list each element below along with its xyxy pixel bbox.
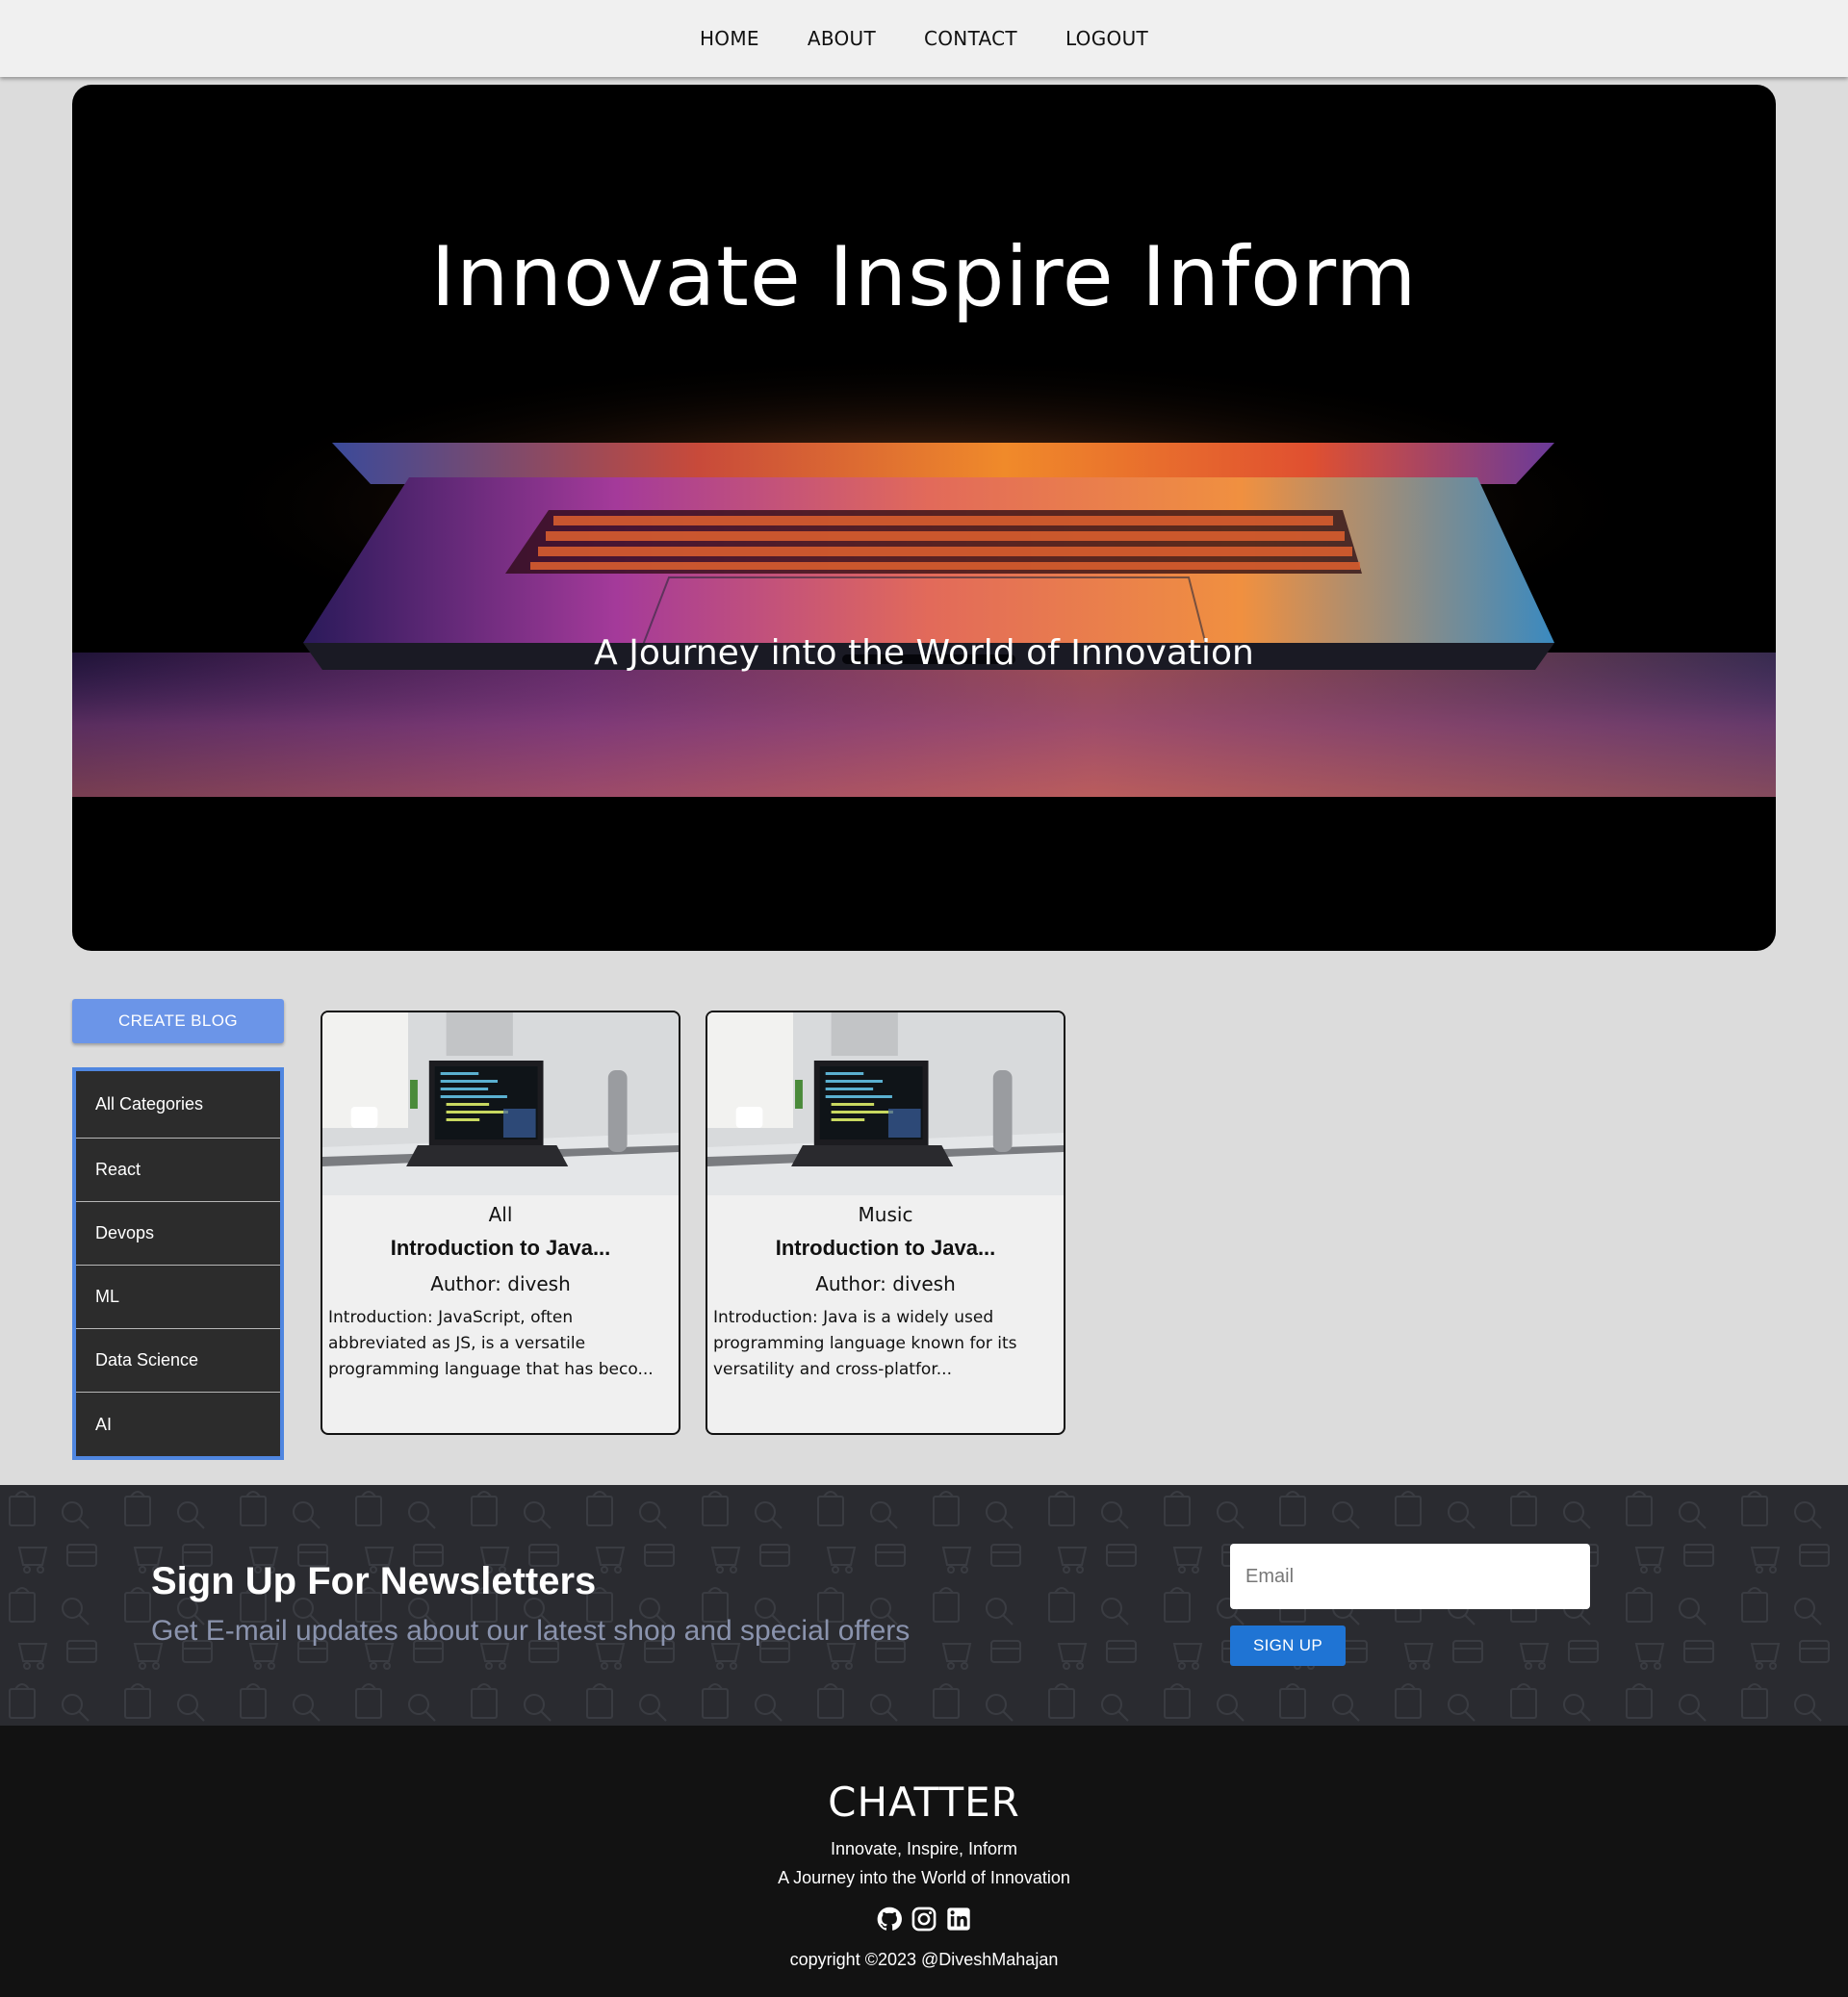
category-item-react[interactable]: React <box>76 1139 280 1202</box>
category-item-devops[interactable]: Devops <box>76 1202 280 1266</box>
github-icon[interactable] <box>876 1906 903 1933</box>
blog-card-title[interactable]: Introduction to Java... <box>322 1236 679 1261</box>
footer-social-links <box>0 1906 1848 1933</box>
instagram-icon[interactable] <box>911 1906 937 1933</box>
blog-card-category: Music <box>858 1203 913 1226</box>
newsletter-title: Sign Up For Newsletters <box>151 1560 597 1602</box>
newsletter-signup-button[interactable]: SIGN UP <box>1230 1626 1346 1666</box>
blog-card[interactable]: All Introduction to Java... Author: dive… <box>321 1011 680 1435</box>
blog-card-image <box>707 1012 1064 1195</box>
blog-card-excerpt: Introduction: JavaScript, often abbrevia… <box>328 1308 654 1379</box>
footer-copyright: copyright ©2023 @DiveshMahajan <box>789 1950 1059 1969</box>
hero-laptop-image <box>72 354 1776 797</box>
blog-card-title[interactable]: Introduction to Java... <box>707 1236 1064 1261</box>
blog-card-author: Author: divesh <box>815 1272 956 1295</box>
nav-logout-link[interactable]: LOGOUT <box>1065 27 1148 50</box>
top-navbar: HOME ABOUT CONTACT LOGOUT <box>0 0 1848 77</box>
footer-tagline: Innovate, Inspire, Inform <box>830 1839 1018 1858</box>
hero-title: Innovate Inspire Inform <box>430 229 1418 325</box>
category-item-data-science[interactable]: Data Science <box>76 1329 280 1393</box>
blog-card[interactable]: Music Introduction to Java... Author: di… <box>706 1011 1065 1435</box>
nav-home-link[interactable]: HOME <box>700 27 759 50</box>
category-item-ml[interactable]: ML <box>76 1266 280 1329</box>
category-item-ai[interactable]: AI <box>76 1393 280 1456</box>
hero-subtitle: A Journey into the World of Innovation <box>594 633 1254 673</box>
nav-about-link[interactable]: ABOUT <box>808 27 876 50</box>
nav-contact-link[interactable]: CONTACT <box>924 27 1017 50</box>
category-list: All Categories React Devops ML Data Scie… <box>72 1067 284 1460</box>
category-item-all[interactable]: All Categories <box>76 1071 280 1139</box>
blog-card-excerpt: Introduction: Java is a widely used prog… <box>713 1308 1017 1379</box>
newsletter-email-input[interactable] <box>1230 1544 1590 1609</box>
newsletter-section: Sign Up For Newsletters Get E-mail updat… <box>0 1485 1848 1726</box>
linkedin-icon[interactable] <box>945 1906 972 1933</box>
blog-card-image <box>322 1012 679 1195</box>
site-footer: CHATTER Innovate, Inspire, Inform A Jour… <box>0 1726 1848 1997</box>
hero-banner: Innovate Inspire Inform A Journey into t… <box>72 85 1776 951</box>
footer-description: A Journey into the World of Innovation <box>778 1868 1070 1887</box>
blog-card-category: All <box>488 1203 513 1226</box>
newsletter-subtitle: Get E-mail updates about our latest shop… <box>151 1615 911 1647</box>
create-blog-button[interactable]: CREATE BLOG <box>72 999 284 1043</box>
blog-card-author: Author: divesh <box>430 1272 571 1295</box>
footer-brand: CHATTER <box>828 1779 1020 1826</box>
